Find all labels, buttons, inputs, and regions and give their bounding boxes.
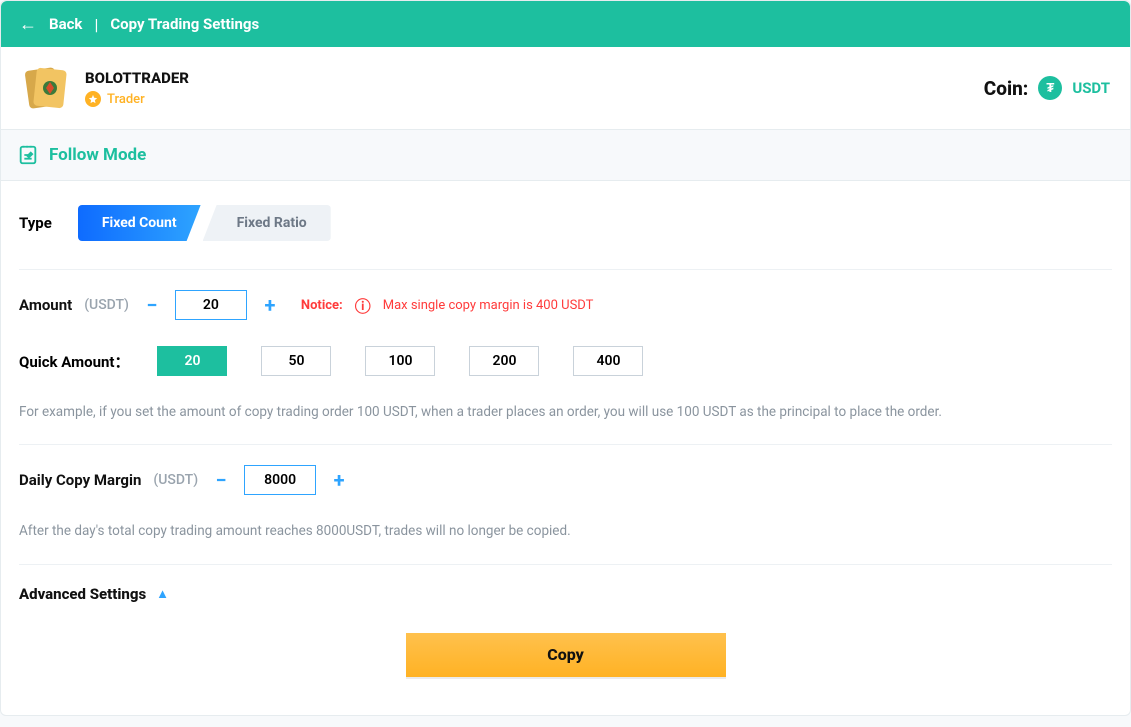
advanced-settings-label: Advanced Settings (19, 585, 146, 603)
quick-amount-50[interactable]: 50 (261, 346, 331, 376)
amount-row: Amount (USDT) − + Notice: ⓘ Max single c… (19, 290, 1112, 320)
daily-increment[interactable]: + (328, 469, 350, 491)
daily-decrement[interactable]: − (210, 469, 232, 491)
trader-avatar (21, 63, 71, 113)
copy-button[interactable]: Copy (406, 633, 726, 677)
divider (19, 564, 1112, 565)
trader-header: BOLOTTRADER Trader Coin: ₮ USDT (1, 47, 1130, 130)
quick-amount-200[interactable]: 200 (469, 346, 539, 376)
back-button[interactable]: Back (49, 15, 82, 33)
coin-icon: ₮ (1038, 76, 1062, 100)
daily-margin-unit: (USDT) (153, 472, 198, 488)
daily-margin-label: Daily Copy Margin (19, 471, 141, 489)
divider (19, 444, 1112, 445)
page-title: Copy Trading Settings (110, 15, 259, 33)
quick-amount-100[interactable]: 100 (365, 346, 435, 376)
follow-mode-title: Follow Mode (49, 145, 146, 165)
amount-increment[interactable]: + (259, 294, 281, 316)
amount-label: Amount (19, 296, 72, 314)
topbar: ← Back | Copy Trading Settings (1, 1, 1130, 47)
daily-margin-input[interactable] (244, 465, 316, 495)
tab-fixed-ratio[interactable]: Fixed Ratio (203, 205, 331, 241)
divider (19, 269, 1112, 270)
quick-amount-label: Quick Amount： (19, 351, 129, 372)
follow-mode-icon (17, 144, 39, 166)
amount-decrement[interactable]: − (141, 294, 163, 316)
coin-label: Coin: (984, 77, 1029, 100)
quick-amount-20[interactable]: 20 (157, 346, 227, 376)
advanced-settings-toggle[interactable]: Advanced Settings ▲ (19, 585, 1112, 603)
amount-helper-text: For example, if you set the amount of co… (19, 402, 1112, 422)
follow-mode-header: Follow Mode (1, 130, 1130, 181)
back-arrow-icon[interactable]: ← (19, 14, 37, 35)
separator: | (94, 15, 98, 34)
caret-up-icon: ▲ (156, 586, 169, 602)
tab-fixed-count[interactable]: Fixed Count (78, 205, 201, 241)
quick-amount-400[interactable]: 400 (573, 346, 643, 376)
alert-icon: ⓘ (355, 293, 371, 317)
daily-helper-text: After the day's total copy trading amoun… (19, 521, 1112, 541)
trader-role: Trader (107, 92, 145, 107)
coin-symbol: USDT (1072, 79, 1110, 97)
notice-text: Max single copy margin is 400 USDT (383, 298, 594, 313)
notice-label: Notice: (301, 298, 343, 313)
daily-margin-row: Daily Copy Margin (USDT) − + (19, 465, 1112, 495)
type-label: Type (19, 214, 52, 232)
star-icon (85, 91, 101, 107)
quick-amount-row: Quick Amount： 20 50 100 200 400 (19, 346, 1112, 376)
amount-unit: (USDT) (84, 297, 129, 313)
amount-input[interactable] (175, 290, 247, 320)
trader-name: BOLOTTRADER (85, 69, 189, 87)
